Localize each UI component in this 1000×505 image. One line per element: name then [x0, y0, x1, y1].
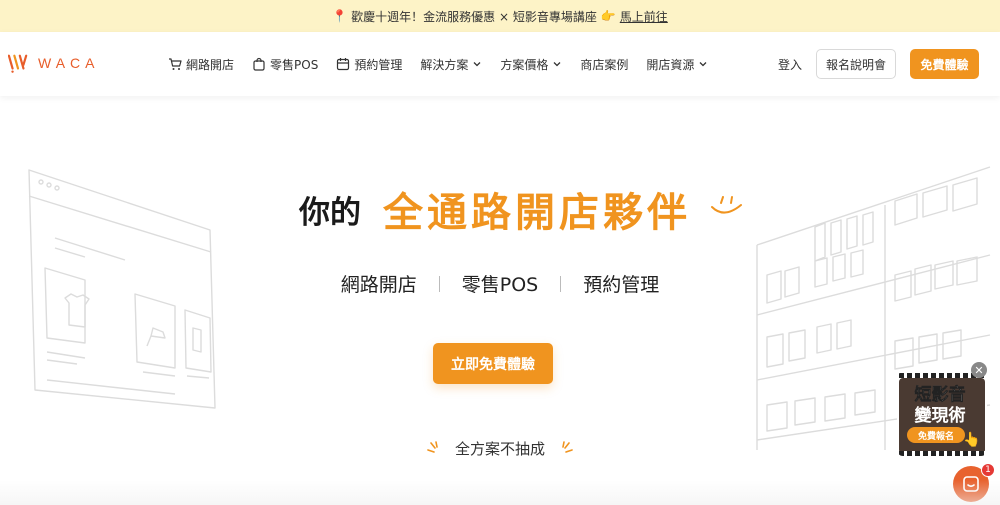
smile-icon	[711, 196, 742, 214]
feature-booking: 預約管理	[583, 274, 660, 296]
nav-item-resources[interactable]: 開店資源	[646, 56, 708, 73]
cart-icon	[169, 58, 182, 70]
pointing-hand-icon: 👆	[963, 432, 981, 448]
promo-close-icon[interactable]: ✕	[971, 362, 987, 378]
promo-signup-button[interactable]: 免費報名	[907, 427, 965, 443]
note-text: 全方案不抽成	[454, 440, 545, 458]
nav-item-label: 解決方案	[420, 57, 469, 72]
hero-features: 網路開店 零售POS 預約管理	[0, 270, 1000, 297]
film-strip	[899, 451, 985, 456]
spark-left-icon	[427, 440, 438, 453]
nav-item-retail-pos[interactable]: 零售POS	[252, 56, 318, 73]
hero-headline: 你的 全通路開店夥伴	[0, 180, 1000, 238]
hero-free-trial-button[interactable]: 立即免費體驗	[433, 343, 553, 384]
headline-prefix: 你的	[299, 194, 361, 231]
announcement-text: 歡慶十週年！金流服務優惠 × 短影音專場講座	[351, 9, 597, 24]
announcement-link[interactable]: 馬上前往	[620, 8, 668, 25]
chat-unread-badge: 1	[981, 463, 995, 477]
announcement-bar: 📍 歡慶十週年！金流服務優惠 × 短影音專場講座 👉 馬上前往	[0, 0, 1000, 32]
pointing-hand-icon: 👉	[600, 9, 616, 23]
calendar-icon	[337, 58, 350, 71]
divider	[438, 275, 440, 292]
briefing-signup-button[interactable]: 報名說明會	[816, 49, 896, 79]
brand-logo[interactable]: WACA	[8, 52, 99, 74]
top-navigation: WACA 網路開店 零售POS 預約管理 解決方案 方案價格 商店案例 開店資源	[0, 32, 1000, 96]
nav-item-label: 商店案例	[580, 57, 629, 72]
free-trial-button[interactable]: 免費體驗	[910, 49, 979, 79]
feature-online-store: 網路開店	[340, 274, 417, 296]
nav-item-label: 開店資源	[646, 57, 695, 72]
spark-right-icon	[562, 440, 573, 453]
nav-item-online-store[interactable]: 網路開店	[168, 56, 234, 73]
nav-item-label: 方案價格	[500, 57, 549, 72]
short-video-promo-banner[interactable]: 短影音 變現術 免費報名 👆	[897, 372, 987, 456]
headline-main: 全通路開店夥伴	[383, 190, 691, 236]
chevron-down-icon	[553, 62, 561, 67]
nav-item-label: 零售POS	[270, 57, 319, 72]
nav-item-label: 預約管理	[354, 57, 403, 72]
feature-retail-pos: 零售POS	[461, 274, 539, 296]
section-fade	[0, 480, 1000, 505]
pin-icon: 📍	[332, 9, 348, 23]
main-menu: 網路開店 零售POS 預約管理 解決方案 方案價格 商店案例 開店資源	[168, 32, 708, 96]
nav-item-booking[interactable]: 預約管理	[336, 56, 402, 73]
chevron-down-icon	[473, 62, 481, 67]
no-commission-note: 全方案不抽成	[0, 438, 1000, 459]
nav-item-label: 網路開店	[186, 57, 235, 72]
waca-logo-icon	[8, 54, 28, 73]
brand-name: WACA	[38, 55, 100, 71]
nav-item-solutions[interactable]: 解決方案	[420, 56, 482, 73]
promo-line-2: 變現術	[914, 406, 966, 426]
nav-item-cases[interactable]: 商店案例	[580, 56, 628, 73]
bag-icon	[253, 57, 265, 71]
divider	[560, 275, 562, 292]
login-link[interactable]: 登入	[778, 56, 802, 73]
nav-item-pricing[interactable]: 方案價格	[500, 56, 562, 73]
chevron-down-icon	[699, 62, 707, 67]
